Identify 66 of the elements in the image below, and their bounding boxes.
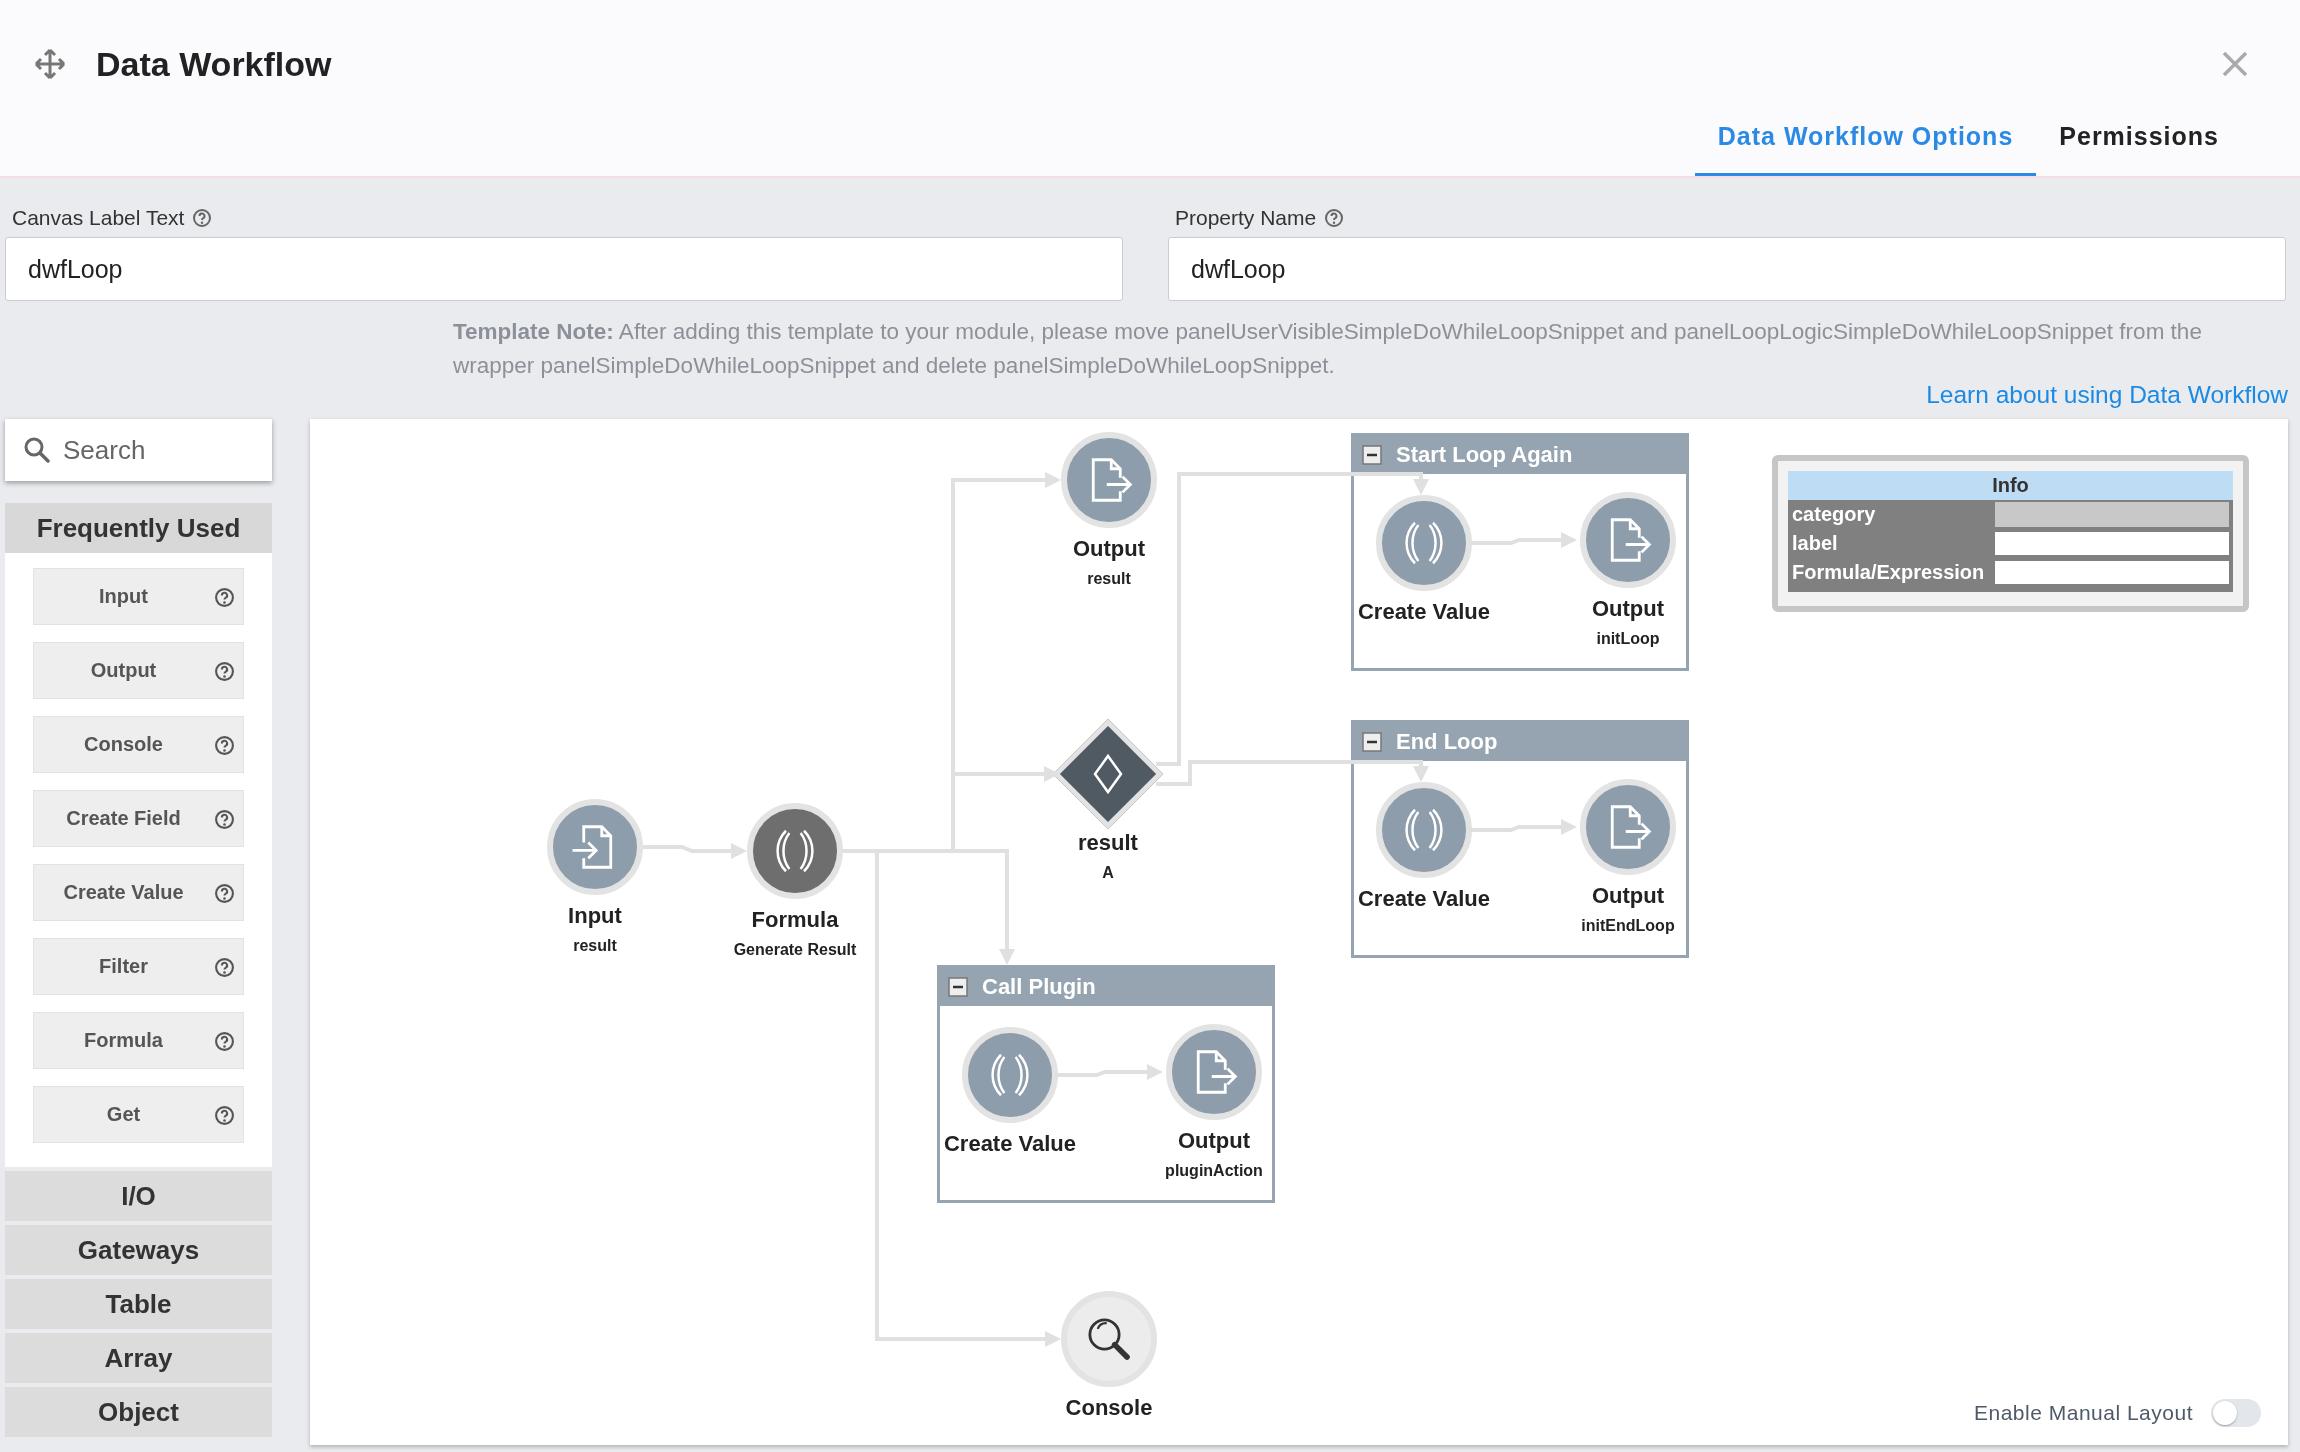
node-label: Create Value <box>1357 599 1491 625</box>
node-label: result <box>1078 830 1138 856</box>
node-label: Output <box>1072 536 1146 562</box>
node-sublabel: Generate Result <box>733 941 857 959</box>
toggle-label: Enable Manual Layout <box>1974 1401 2193 1425</box>
node-label: Create Value <box>1357 886 1491 912</box>
node-label: Console <box>1065 1395 1153 1421</box>
info-title: Info <box>1788 471 2233 500</box>
palette-item[interactable]: Create Field <box>33 790 244 847</box>
field-label: Property Name <box>1175 206 1317 230</box>
collapse-icon[interactable] <box>948 977 968 997</box>
collapse-icon[interactable] <box>1362 445 1382 465</box>
template-note: Template Note: After adding this template to your module, please move panelUserVisibleSimpleDoWhileLoopSnippet and panelLoopLogicSimpleDoWhileLoopSnippet from the wrapper panelSimpleDoWhileLoopSnippet and delete panelSimpleDoWhileLoopSnippet. <box>452 318 2203 380</box>
help-icon[interactable] <box>214 587 235 608</box>
toggle-switch[interactable] <box>2211 1399 2261 1427</box>
help-icon[interactable] <box>214 661 235 682</box>
text-field[interactable]: dwfLoop <box>1168 237 2286 301</box>
help-icon[interactable] <box>214 1105 235 1126</box>
node-sublabel: result <box>573 937 617 955</box>
node-sublabel: pluginAction <box>1165 1162 1263 1180</box>
info-label: Formula/Expression <box>1792 561 1986 584</box>
palette-item[interactable]: Input <box>33 568 244 625</box>
palette-item[interactable]: Get <box>33 1086 244 1143</box>
tab[interactable]: Data Workflow Options <box>1694 122 2037 176</box>
help-icon[interactable] <box>192 208 213 228</box>
group-title: Start Loop Again <box>1396 442 1573 468</box>
node-label: Output <box>1591 596 1665 622</box>
node-label: Output <box>1177 1128 1251 1154</box>
help-icon[interactable] <box>214 809 235 830</box>
section-header[interactable]: Object <box>5 1387 272 1437</box>
section-header[interactable]: Gateways <box>5 1225 272 1275</box>
section-header[interactable]: Table <box>5 1279 272 1329</box>
collapse-icon[interactable] <box>1362 732 1382 752</box>
info-label: label <box>1792 532 1839 555</box>
help-icon[interactable] <box>214 1031 235 1052</box>
search-field[interactable]: Search <box>5 419 272 481</box>
node-label: Create Value <box>943 1131 1077 1157</box>
palette-item[interactable]: Create Value <box>33 864 244 921</box>
group-title: End Loop <box>1396 729 1498 755</box>
group-title: Call Plugin <box>982 974 1096 1000</box>
node-label: Output <box>1591 883 1665 909</box>
help-icon[interactable] <box>214 735 235 756</box>
help-icon[interactable] <box>214 957 235 978</box>
node-sublabel: initEndLoop <box>1581 917 1675 935</box>
node-sublabel: result <box>1087 570 1131 588</box>
help-icon[interactable] <box>1324 208 1345 228</box>
node-sublabel: A <box>1102 864 1114 882</box>
section-header[interactable]: Frequently Used <box>5 503 272 553</box>
palette-item[interactable]: Console <box>33 716 244 773</box>
section-header[interactable]: I/O <box>5 1171 272 1221</box>
info-value-field[interactable] <box>1995 532 2229 555</box>
info-label: category <box>1792 503 1877 526</box>
section-header[interactable]: Array <box>5 1333 272 1383</box>
node-label: Input <box>568 903 622 929</box>
node-sublabel: initLoop <box>1596 630 1660 648</box>
palette-item[interactable]: Formula <box>33 1012 244 1069</box>
dialog-title: Data Workflow <box>96 44 333 84</box>
help-icon[interactable] <box>214 883 235 904</box>
palette-item[interactable]: Filter <box>33 938 244 995</box>
palette-item[interactable]: Output <box>33 642 244 699</box>
move-icon[interactable] <box>34 48 66 80</box>
info-value-field[interactable] <box>1995 561 2229 584</box>
field-label: Canvas Label Text <box>12 206 185 230</box>
node-label: Formula <box>751 907 839 933</box>
tab[interactable]: Permissions <box>2036 122 2242 176</box>
text-field[interactable]: dwfLoop <box>5 237 1123 301</box>
